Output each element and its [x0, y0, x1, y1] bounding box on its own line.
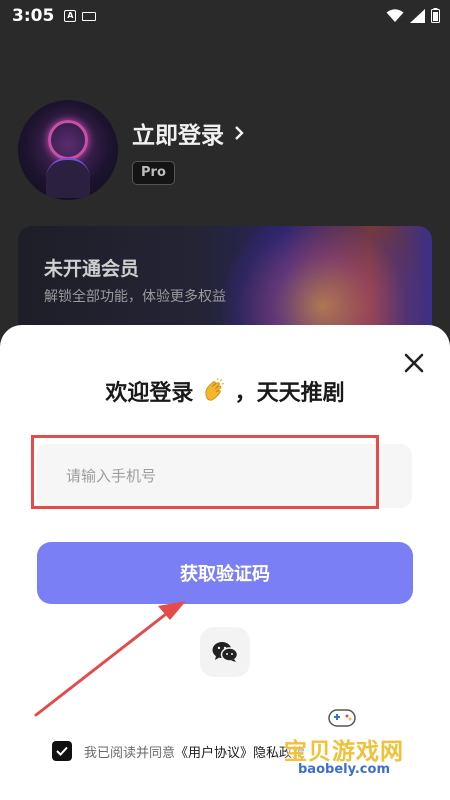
wifi-icon	[386, 8, 404, 22]
sheet-title: 欢迎登录 ，天天推剧	[0, 375, 450, 407]
site-watermark: 宝贝游戏网 baobely.com	[268, 700, 448, 790]
close-icon[interactable]	[402, 351, 426, 375]
pro-badge: Pro	[132, 161, 175, 185]
status-bar: 3:05 A	[0, 0, 450, 32]
agreement-prefix: 我已阅读并同意	[84, 745, 176, 761]
sheet-title-main: 欢迎登录	[105, 381, 194, 406]
status-time: 3:05	[12, 6, 55, 26]
avatar-figure	[46, 158, 90, 198]
gamepad-icon	[328, 709, 356, 727]
sheet-title-suffix: ，天天推剧	[234, 381, 345, 406]
login-link-label: 立即登录	[132, 123, 224, 149]
signal-icon	[410, 8, 425, 23]
get-code-button[interactable]: 获取验证码	[37, 542, 413, 604]
checkbox-checked-icon[interactable]	[52, 741, 72, 761]
wechat-login-button[interactable]	[200, 627, 250, 677]
ime-icon: A	[64, 10, 77, 22]
battery-icon	[431, 8, 440, 23]
wechat-icon	[212, 642, 238, 662]
user-agreement-link[interactable]: 《用户协议》	[175, 742, 253, 761]
clap-emoji-icon	[205, 378, 225, 401]
login-link[interactable]: 立即登录	[132, 116, 244, 150]
watermark-name: 宝贝游戏网	[284, 739, 404, 765]
phone-input-container	[36, 444, 412, 508]
vip-subtitle: 解锁全部功能，体验更多权益	[44, 289, 226, 305]
avatar[interactable]	[18, 100, 118, 200]
watermark-domain: baobely.com	[298, 762, 390, 777]
phone-input[interactable]	[36, 444, 412, 508]
status-icons	[386, 8, 440, 23]
keyboard-icon	[82, 11, 97, 21]
vip-title: 未开通会员	[44, 258, 140, 280]
chevron-right-icon	[235, 126, 244, 140]
avatar-ring	[48, 120, 88, 160]
